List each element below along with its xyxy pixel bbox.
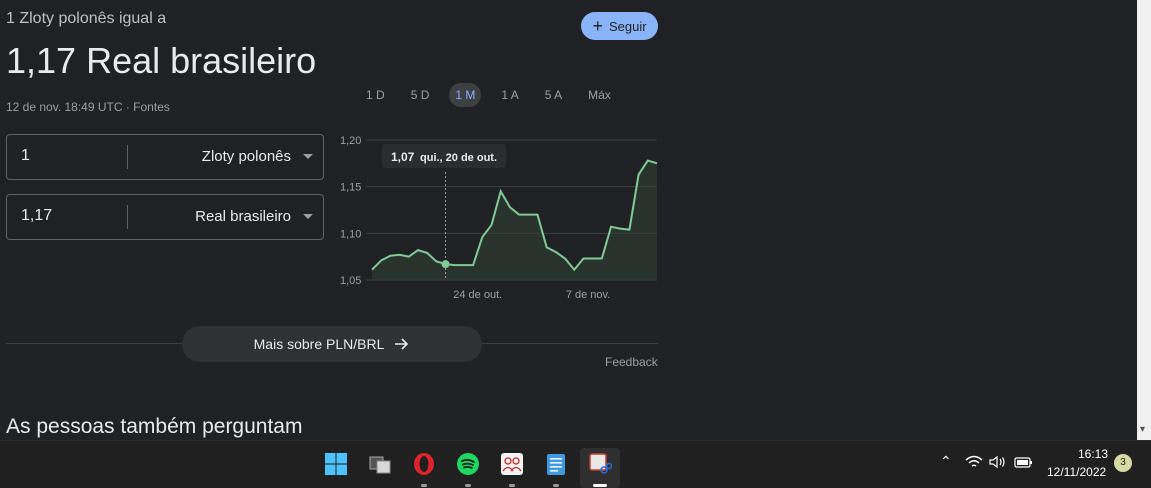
range-tabs: 1 D 5 D 1 M 1 A 5 A Máx	[360, 83, 631, 107]
y-tick-label: 1,15	[340, 182, 361, 194]
tab-5d[interactable]: 5 D	[405, 83, 436, 107]
wifi-icon[interactable]	[965, 455, 983, 469]
chevron-up-icon[interactable]: ⌃	[940, 453, 952, 470]
plus-icon: +	[592, 16, 603, 36]
to-amount-input[interactable]: 1,17	[21, 207, 52, 225]
y-tick-label: 1,05	[340, 275, 361, 287]
series-area	[372, 160, 657, 280]
feedback-link[interactable]: Feedback	[605, 355, 658, 369]
tooltip-date: qui., 20 de out.	[420, 152, 497, 164]
more-about-button[interactable]: Mais sobre PLN/BRL	[182, 326, 482, 362]
taskbar-app-opera[interactable]	[404, 448, 444, 488]
conversion-subtitle: 1 Zloty polonês igual a	[6, 10, 167, 27]
windows-logo-icon	[325, 453, 347, 475]
hover-point	[441, 260, 450, 269]
to-currency-converter[interactable]: 1,17 Real brasileiro	[6, 194, 324, 240]
chevron-down-icon[interactable]	[303, 154, 313, 159]
follow-button-label: Seguir	[608, 18, 647, 34]
people-also-ask-heading: As pessoas também perguntam	[6, 415, 303, 438]
tab-1a[interactable]: 1 A	[495, 83, 524, 107]
spotify-icon	[457, 453, 479, 475]
y-tick-label: 1,20	[340, 135, 361, 147]
follow-button[interactable]: + Seguir	[581, 12, 658, 40]
exchange-rate-chart[interactable]: 1,20 1,15 1,10 1,05 24 de out. 7 de nov. 1,07 q…	[330, 128, 660, 308]
y-tick-label: 1,10	[340, 228, 361, 240]
tab-1d[interactable]: 1 D	[360, 83, 391, 107]
to-currency-select[interactable]: Real brasileiro	[195, 208, 291, 225]
vertical-scrollbar[interactable]: ▾	[1137, 0, 1151, 440]
notification-badge[interactable]: 3	[1114, 454, 1132, 472]
taskbar: ⌃ 16:13 12/11/2022 3	[0, 440, 1151, 488]
tab-5a[interactable]: 5 A	[539, 83, 568, 107]
tab-1m[interactable]: 1 M	[449, 83, 482, 107]
battery-icon[interactable]	[1013, 455, 1033, 469]
taskbar-app-spotify[interactable]	[448, 448, 488, 488]
from-amount-input[interactable]: 1	[21, 147, 30, 165]
clock-time[interactable]: 16:13	[1078, 447, 1108, 461]
windows-start-button[interactable]	[316, 448, 356, 488]
taskbar-app-teams[interactable]	[492, 448, 532, 488]
taskbar-app-notepad[interactable]	[536, 448, 576, 488]
tab-max[interactable]: Máx	[582, 83, 617, 107]
tooltip-value: 1,07	[391, 150, 415, 164]
task-view-icon	[369, 456, 391, 474]
people-icon	[501, 453, 523, 475]
x-tick-label: 24 de out.	[453, 289, 502, 301]
converter-divider	[127, 205, 128, 229]
speaker-icon[interactable]	[989, 455, 1007, 469]
chevron-down-icon[interactable]	[303, 214, 313, 219]
converter-divider	[127, 145, 128, 169]
arrow-right-icon	[395, 338, 409, 350]
from-currency-select[interactable]: Zloty polonês	[202, 148, 291, 165]
clock-date[interactable]: 12/11/2022	[1047, 465, 1106, 479]
scroll-down-arrow-icon[interactable]: ▾	[1140, 425, 1145, 435]
scrollbar-thumb[interactable]	[1140, 2, 1148, 412]
from-currency-converter[interactable]: 1 Zloty polonês	[6, 134, 324, 180]
more-about-label: Mais sobre PLN/BRL	[253, 336, 385, 352]
task-view-button[interactable]	[360, 448, 400, 488]
timestamp-sources[interactable]: 12 de nov. 18:49 UTC · Fontes	[6, 100, 170, 114]
snipping-tool-icon	[589, 453, 612, 474]
browser-content: 1 Zloty polonês igual a 1,17 Real brasil…	[0, 0, 1137, 440]
taskbar-app-snipping-tool[interactable]	[580, 448, 620, 488]
opera-icon	[414, 453, 434, 475]
notepad-icon	[547, 454, 565, 475]
x-tick-label: 7 de nov.	[566, 289, 610, 301]
conversion-value: 1,17 Real brasileiro	[6, 40, 317, 81]
